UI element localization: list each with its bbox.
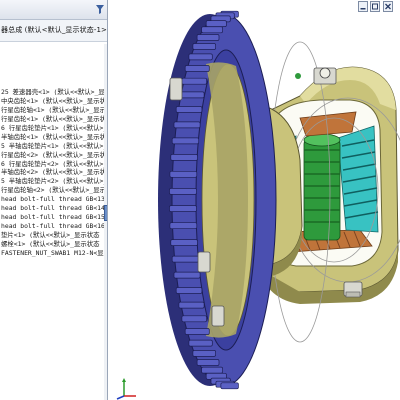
gear-tooth (196, 34, 220, 41)
gear-tooth (201, 366, 223, 374)
gear-tooth (192, 43, 216, 50)
gear-tooth (169, 170, 198, 178)
tree-item[interactable]: 半轴齿轮<2> (默认<<默认>_显示状态 (0, 168, 107, 177)
tree-item[interactable]: 垫片<1> (默认<<默认>_显示状态 1>) (0, 231, 107, 240)
gear-tooth (175, 106, 203, 113)
differential-assembly-model[interactable] (109, 0, 400, 400)
funnel-icon[interactable] (96, 5, 104, 14)
cover-bolt-top[interactable] (295, 67, 337, 85)
gear-tooth (188, 339, 213, 347)
tree-item[interactable]: head bolt-full thread GB<14> (GB_FA (0, 204, 107, 213)
gear-tooth (205, 20, 227, 27)
gear-tooth (192, 350, 216, 357)
graphics-viewport[interactable] (109, 0, 400, 400)
gear-tooth (169, 205, 197, 212)
gear-tooth (173, 121, 201, 129)
gear-tooth (188, 53, 213, 61)
gear-tooth (196, 359, 220, 366)
gear-tooth (181, 77, 207, 85)
tree-item[interactable]: 25 差速器壳<1> (默认<<默认>_显示 (0, 88, 107, 97)
gear-tooth (220, 382, 239, 390)
assembly-root-node[interactable]: 器总成 (默认<默认_显示状态-1>) (1, 25, 107, 35)
feature-tree-toolbar (0, 0, 107, 20)
gear-tooth (169, 222, 198, 230)
gear-tooth (173, 271, 201, 279)
tree-item[interactable]: 行星齿轮轴<2> (默认<<默认>_显示状 (0, 186, 107, 195)
tree-item[interactable]: 中央齿轮<1> (默认<<默认>_显示状态 (0, 97, 107, 106)
gear-tooth (170, 154, 198, 161)
feature-manager-tree: 器总成 (默认<默认_显示状态-1>) 25 差速器壳<1> (默认<<默认>_… (0, 0, 108, 400)
cover-bolt-bottom[interactable] (343, 281, 363, 298)
minimize-icon[interactable] (358, 1, 368, 12)
tree-item[interactable]: 螺栓<1> (默认<<默认>_显示状态 1> (0, 240, 107, 249)
gear-tooth (175, 287, 203, 294)
tree-item[interactable]: 行星齿轮<1> (默认<<默认>_显示状态 (0, 115, 107, 124)
tree-item[interactable]: FASTENER_NUT_SWAB1 M12-N<显示状态-57 (0, 249, 107, 258)
axis-triad-icon (116, 378, 136, 400)
gear-tooth (178, 91, 205, 99)
gear-tooth (184, 328, 210, 335)
tree-scrollbar[interactable] (104, 44, 107, 400)
tree-item[interactable]: 5 半轴齿轮垫片<1> (默认<<默认>_显示状 (0, 142, 107, 151)
tree-item[interactable]: head bolt-full thread GB<13> (GB_FA (0, 195, 107, 204)
gear-tooth (170, 239, 198, 246)
tree-item[interactable]: 6 行星齿轮垫片<1> (默认<<默认>_显示状 (0, 124, 107, 133)
pinion-shaft-gear[interactable] (303, 133, 341, 241)
gear-tooth (181, 315, 207, 323)
tree-item[interactable]: 半轴齿轮<1> (默认<<默认>_显示状态 (0, 133, 107, 142)
panel-splitter-handle[interactable] (104, 205, 107, 221)
tree-item[interactable]: 5 半轴齿轮垫片<2> (默认<<默认>_显示状 (0, 177, 107, 186)
restore-icon[interactable] (370, 1, 380, 12)
gear-tooth (171, 137, 200, 145)
window-controls (358, 1, 400, 13)
tree-item[interactable]: 6 行星齿轮垫片<2> (默认<<默认>_显示状 (0, 160, 107, 169)
gear-tooth (184, 65, 210, 72)
ring-gear[interactable] (158, 10, 277, 390)
tree-item[interactable]: 行星齿轮<2> (默认<<默认>_显示状态 (0, 151, 107, 160)
ring-gear-bolt-top[interactable] (169, 77, 183, 101)
tree-item[interactable]: 行星齿轮轴<1> (默认<<默认>_显示状 (0, 106, 107, 115)
gear-tooth (178, 301, 205, 309)
close-icon[interactable] (383, 1, 393, 12)
feature-tree-list: 25 差速器壳<1> (默认<<默认>_显示 中央齿轮<1> (默认<<默认>_… (0, 88, 107, 258)
gear-tooth (169, 188, 197, 195)
tree-item[interactable]: head bolt-full thread GB<15> (GB_FA (0, 213, 107, 222)
tree-item[interactable]: head bolt-full thread GB<16> (GB_FA (0, 222, 107, 231)
gear-tooth (171, 255, 200, 263)
gear-tooth (201, 26, 223, 34)
